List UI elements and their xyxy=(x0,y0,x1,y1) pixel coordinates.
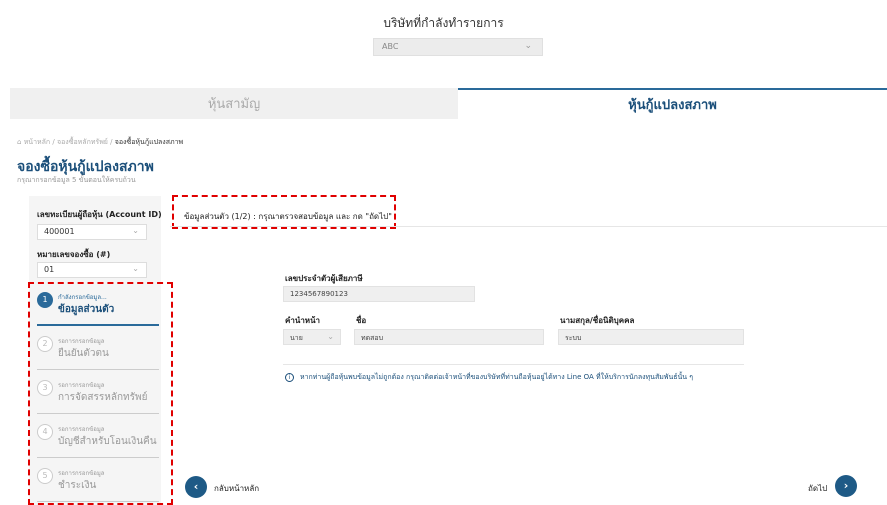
company-label: บริษัทที่กำลังทำรายการ xyxy=(383,16,504,30)
step-status: รอการกรอกข้อมูล xyxy=(58,338,105,345)
last-name-field[interactable]: ระบบ xyxy=(558,329,744,345)
next-button[interactable]: › xyxy=(835,475,857,497)
breadcrumb-home[interactable]: หน้าหลัก xyxy=(24,138,50,146)
breadcrumb: ⌂ หน้าหลัก / จองซื้อหลักทรัพย์ / จองซื้อ… xyxy=(17,137,183,148)
next-label[interactable]: ถัดไป xyxy=(808,482,827,495)
chevron-down-icon: ⌄ xyxy=(524,41,532,51)
notice: i หากท่านผู้ถือหุ้นพบข้อมูลไม่ถูกต้อง กรุ… xyxy=(285,372,693,383)
breadcrumb-mid[interactable]: จองซื้อหลักทรัพย์ xyxy=(57,138,108,146)
step-number: 4 xyxy=(37,424,53,440)
step-number: 5 xyxy=(37,468,53,484)
section-header: ข้อมูลส่วนตัว (1/2) : กรุณาตรวจสอบข้อมูล… xyxy=(184,212,392,221)
breadcrumb-sep: / xyxy=(52,138,55,146)
tab-convertible-bonds[interactable]: หุ้นกู้แปลงสภาพ xyxy=(458,88,887,119)
step-allocation[interactable]: 3 รอการกรอกข้อมูล การจัดสรรหลักทรัพย์ xyxy=(37,378,159,414)
prefix-label: คำนำหน้า xyxy=(285,316,321,325)
prefix-select[interactable]: นาย ⌄ xyxy=(283,329,341,345)
tax-id-label: เลขประจำตัวผู้เสียภาษี xyxy=(285,274,363,283)
step-name: ยืนยันตัวตน xyxy=(58,348,109,359)
step-payment[interactable]: 5 รอการกรอกข้อมูล ชำระเงิน xyxy=(37,466,159,502)
first-name-field[interactable]: ทดสอบ xyxy=(354,329,544,345)
booking-number-value: 01 xyxy=(44,265,55,274)
step-number: 1 xyxy=(37,292,53,308)
step-status: กำลังกรอกข้อมูล... xyxy=(58,294,107,301)
booking-number-label: หมายเลขจองซื้อ (#) xyxy=(37,250,111,259)
step-name: การจัดสรรหลักทรัพย์ xyxy=(58,392,148,403)
tax-id-field[interactable]: 1234567890123 xyxy=(283,286,475,302)
account-id-select[interactable]: 400001 ⌄ xyxy=(37,224,147,240)
home-icon[interactable]: ⌂ xyxy=(17,138,21,146)
last-name-label: นามสกุล/ชื่อนิติบุคคล xyxy=(560,316,635,325)
step-verify-identity[interactable]: 2 รอการกรอกข้อมูล ยืนยันตัวตน xyxy=(37,334,159,370)
info-icon: i xyxy=(285,372,294,382)
step-number: 2 xyxy=(37,336,53,352)
step-refund-account[interactable]: 4 รอการกรอกข้อมูล บัญชีสำหรับโอนเงินคืน xyxy=(37,422,159,458)
chevron-left-icon: ‹ xyxy=(193,480,199,493)
company-select-value: ABC xyxy=(382,42,399,51)
prefix-value: นาย xyxy=(290,334,303,342)
tab-common-shares[interactable]: หุ้นสามัญ xyxy=(10,88,458,119)
chevron-down-icon: ⌄ xyxy=(327,332,334,341)
step-personal-info[interactable]: 1 กำลังกรอกข้อมูล... ข้อมูลส่วนตัว xyxy=(37,290,159,326)
back-label[interactable]: กลับหน้าหลัก xyxy=(214,482,259,495)
first-name-label: ชื่อ xyxy=(356,316,367,325)
account-id-label: เลขทะเบียนผู้ถือหุ้น (Account ID) xyxy=(37,210,162,219)
breadcrumb-current: จองซื้อหุ้นกู้แปลงสภาพ xyxy=(114,138,184,146)
step-status: รอการกรอกข้อมูล xyxy=(58,382,105,389)
chevron-right-icon: › xyxy=(843,479,849,492)
step-status: รอการกรอกข้อมูล xyxy=(58,426,105,433)
divider xyxy=(170,226,887,227)
page-subtitle: กรุณากรอกข้อมูล 5 ขั้นตอนให้ครบถ้วน xyxy=(17,176,136,184)
chevron-down-icon: ⌄ xyxy=(132,226,139,235)
back-button[interactable]: ‹ xyxy=(185,476,207,498)
step-name: บัญชีสำหรับโอนเงินคืน xyxy=(58,436,157,447)
notice-text: หากท่านผู้ถือหุ้นพบข้อมูลไม่ถูกต้อง กรุณ… xyxy=(300,373,694,381)
step-name: ชำระเงิน xyxy=(58,480,97,491)
divider xyxy=(283,364,744,365)
step-name: ข้อมูลส่วนตัว xyxy=(58,304,115,315)
step-number: 3 xyxy=(37,380,53,396)
step-status: รอการกรอกข้อมูล xyxy=(58,470,105,477)
breadcrumb-sep: / xyxy=(110,138,113,146)
company-select[interactable]: ABC ⌄ xyxy=(373,38,543,56)
booking-number-select[interactable]: 01 ⌄ xyxy=(37,262,147,278)
account-id-value: 400001 xyxy=(44,227,75,236)
chevron-down-icon: ⌄ xyxy=(132,264,139,273)
